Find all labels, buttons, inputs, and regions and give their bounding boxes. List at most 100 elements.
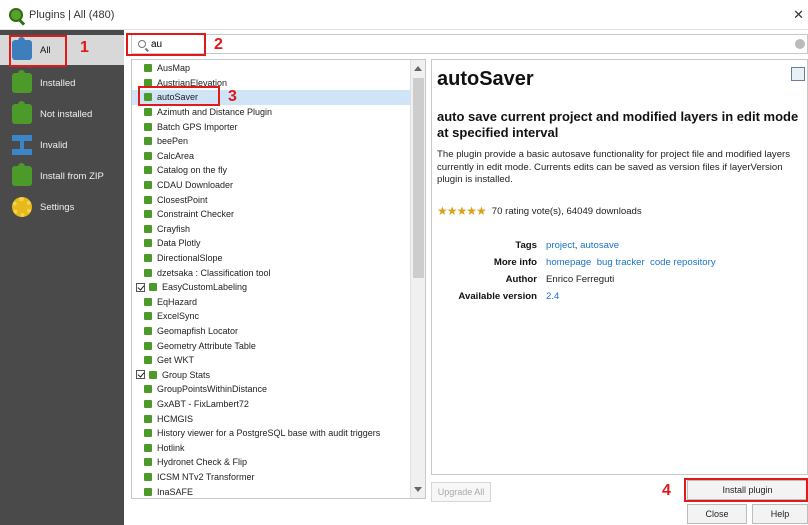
tag-link[interactable]: autosave (580, 240, 619, 251)
clear-search-icon[interactable] (795, 39, 805, 49)
plugin-list-item-label: ICSM NTv2 Transformer (157, 472, 255, 483)
plugin-list-item-label: Catalog on the fly (157, 165, 228, 176)
plugin-puzzle-icon (144, 327, 152, 336)
plugin-list-item[interactable]: InaSAFE (132, 484, 410, 498)
puzzle-not-installed-icon (12, 101, 32, 124)
plugin-list-item[interactable]: GxABT - FixLambert72 (132, 397, 410, 412)
plugin-list-item[interactable]: History viewer for a PostgreSQL base wit… (132, 426, 410, 441)
annotation-number-2: 2 (214, 36, 223, 53)
plugin-puzzle-icon (144, 195, 152, 204)
tags-value: project, autosave (546, 240, 620, 251)
plugin-list-item[interactable]: HCMGIS (132, 411, 410, 426)
plugin-puzzle-icon (144, 151, 152, 160)
plugin-list-item[interactable]: Catalog on the fly (132, 163, 410, 178)
plugin-puzzle-icon (144, 458, 152, 467)
sidebar-item-install-from-zip[interactable]: Install from ZIP (0, 161, 124, 191)
close-icon[interactable]: ✕ (793, 7, 804, 23)
window-titlebar: Plugins | All (480) ✕ (0, 0, 808, 30)
close-button[interactable]: Close (687, 504, 747, 524)
upgrade-all-button[interactable]: Upgrade All (431, 482, 491, 502)
scroll-down-arrow-icon[interactable] (414, 487, 422, 492)
plugin-puzzle-icon (144, 181, 152, 190)
sidebar-item-installed[interactable]: Installed (0, 68, 124, 98)
available-version-value: 2.4 (546, 291, 560, 302)
plugin-list-item-label: EqHazard (157, 296, 198, 307)
plugin-list-item[interactable]: Hotlink (132, 441, 410, 456)
plugin-name-heading: autoSaver (437, 68, 534, 90)
rating-stars-icon[interactable]: ★★★★★ (437, 204, 487, 218)
code-repository-link[interactable]: code repository (650, 257, 716, 268)
author-label: Author (505, 274, 537, 285)
plugin-list-item[interactable]: GroupPointsWithinDistance (132, 382, 410, 397)
plugin-list-item-label: Get WKT (157, 355, 195, 366)
plugin-list-item-label: DirectionalSlope (157, 253, 223, 264)
plugin-puzzle-icon (144, 166, 152, 175)
search-input[interactable] (151, 38, 751, 50)
plugin-list[interactable]: AusMap AustrianElevation autoSaver Azimuth … (131, 59, 426, 499)
plugin-list-item[interactable]: Batch GPS Importer (132, 119, 410, 134)
annotation-box-4 (684, 478, 808, 502)
plugin-puzzle-icon (144, 443, 152, 452)
puzzle-installed-icon (12, 70, 32, 93)
plugin-list-item[interactable]: Get WKT (132, 353, 410, 368)
sidebar-item-settings[interactable]: Settings (0, 192, 124, 222)
plugin-puzzle-icon (144, 122, 152, 131)
author-value: Enrico Ferreguti (546, 274, 615, 285)
plugin-enabled-checkbox[interactable] (136, 370, 145, 380)
plugin-puzzle-icon (144, 297, 152, 306)
plugin-list-item-label: dzetsaka : Classification tool (157, 267, 271, 278)
plugin-list-item[interactable]: EqHazard (132, 295, 410, 310)
plugin-list-item-label: History viewer for a PostgreSQL base wit… (157, 428, 381, 439)
plugin-list-item[interactable]: Constraint Checker (132, 207, 410, 222)
plugin-list-item[interactable]: EasyCustomLabeling (132, 280, 410, 295)
plugin-list-item[interactable]: Geomapfish Locator (132, 324, 410, 339)
plugin-list-item-label: InaSAFE (157, 486, 194, 497)
plugin-list-item[interactable]: beePen (132, 134, 410, 149)
plugin-puzzle-icon (144, 224, 152, 233)
plugin-list-item[interactable]: Data Plotly (132, 236, 410, 251)
search-bar (131, 34, 808, 54)
plugin-details-panel: autoSaver auto save current project and … (431, 59, 808, 475)
available-version-label: Available version (458, 291, 537, 302)
plugin-list-item-label: Constraint Checker (157, 209, 235, 220)
plugin-puzzle-icon (144, 137, 152, 146)
plugin-list-item[interactable]: DirectionalSlope (132, 251, 410, 266)
qgis-logo-icon (9, 7, 23, 22)
scrollbar-thumb[interactable] (413, 78, 424, 278)
help-button[interactable]: Help (752, 504, 808, 524)
sidebar-item-label: Not installed (40, 108, 93, 120)
plugin-list-item[interactable]: Crayfish (132, 222, 410, 237)
plugin-list-item[interactable]: ExcelSync (132, 309, 410, 324)
sidebar-item-not-installed[interactable]: Not installed (0, 99, 124, 129)
plugin-list-item[interactable]: Hydronet Check & Flip (132, 455, 410, 470)
plugin-list-item[interactable]: ClosestPoint (132, 192, 410, 207)
plugin-list-item-label: ExcelSync (157, 311, 200, 322)
sidebar-item-label: Installed (40, 77, 76, 89)
homepage-link[interactable]: homepage (546, 257, 591, 268)
plugin-list-item[interactable]: Group Stats (132, 368, 410, 383)
sidebar-item-label: Invalid (40, 139, 68, 151)
plugin-enabled-checkbox[interactable] (136, 282, 145, 292)
scroll-up-arrow-icon[interactable] (414, 66, 422, 71)
plugin-puzzle-icon (144, 254, 152, 263)
plugin-list-item[interactable]: ICSM NTv2 Transformer (132, 470, 410, 485)
plugin-list-scrollbar[interactable] (410, 60, 425, 498)
plugin-list-item[interactable]: Azimuth and Distance Plugin (132, 105, 410, 120)
plugin-list-item[interactable]: dzetsaka : Classification tool (132, 265, 410, 280)
plugin-list-item[interactable]: Geometry Attribute Table (132, 338, 410, 353)
plugin-list-item-label: HCMGIS (157, 413, 193, 424)
bug-tracker-link[interactable]: bug tracker (597, 257, 645, 268)
tag-link[interactable]: project (546, 240, 575, 251)
plugin-list-item[interactable]: CDAU Downloader (132, 178, 410, 193)
sidebar: All Installed Not installed Invalid Inst… (0, 30, 124, 525)
more-info-label: More info (493, 257, 537, 268)
plugin-list-item-label: Geometry Attribute Table (157, 340, 256, 351)
plugin-rating: ★★★★★ 70 rating vote(s), 64049 downloads (437, 204, 642, 218)
plugin-description: The plugin provide a basic autosave func… (437, 149, 791, 185)
sidebar-item-invalid[interactable]: Invalid (0, 130, 124, 160)
plugin-list-item[interactable]: CalcArea (132, 149, 410, 164)
puzzle-zip-icon (12, 163, 32, 186)
plugin-list-item[interactable]: AusMap (132, 61, 410, 76)
plugin-list-item-label: beePen (157, 136, 189, 147)
plugin-puzzle-icon (144, 487, 152, 496)
